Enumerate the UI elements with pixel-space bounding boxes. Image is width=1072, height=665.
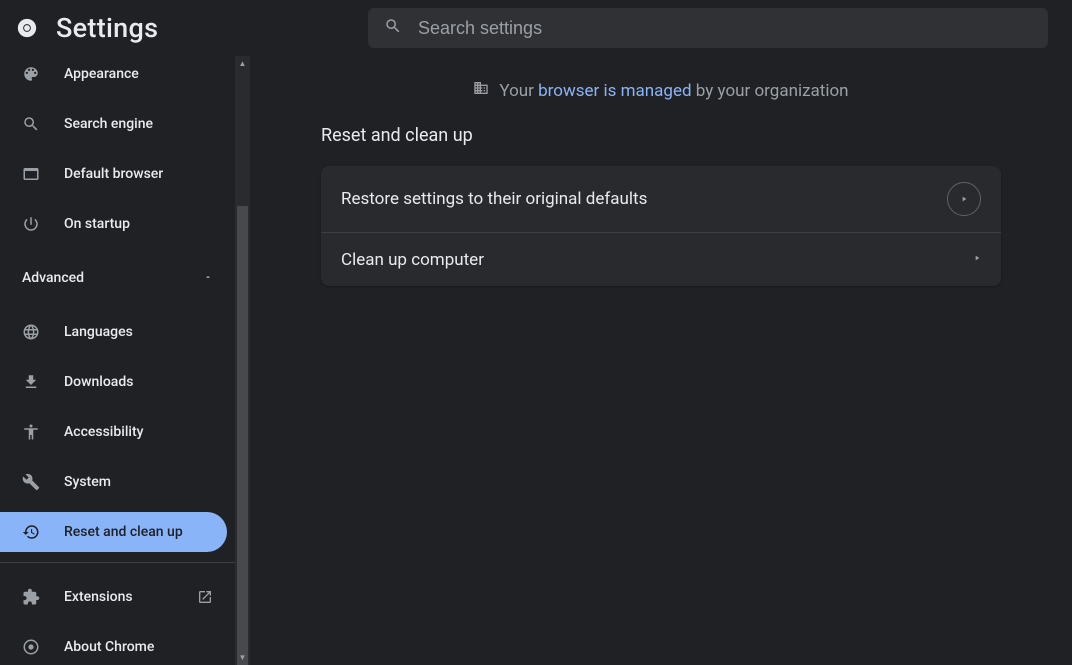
row-label: Restore settings to their original defau… bbox=[341, 189, 647, 209]
sidebar-section-advanced[interactable]: Advanced bbox=[0, 254, 235, 302]
main-content: Your browser is managed by your organiza… bbox=[250, 56, 1072, 665]
search-icon bbox=[22, 115, 40, 133]
sidebar-item-default-browser[interactable]: Default browser bbox=[0, 154, 235, 194]
sidebar-item-label: Extensions bbox=[64, 589, 133, 605]
header: Settings bbox=[0, 0, 1072, 56]
sidebar-item-label: Search engine bbox=[64, 116, 153, 132]
scroll-up-icon[interactable]: ▲ bbox=[235, 56, 250, 71]
building-icon bbox=[473, 80, 489, 101]
sidebar-item-appearance[interactable]: Appearance bbox=[0, 56, 235, 94]
scrollbar[interactable]: ▲ ▼ bbox=[235, 56, 250, 665]
arrow-right-icon bbox=[973, 254, 981, 265]
search-icon bbox=[384, 17, 402, 39]
accessibility-icon bbox=[22, 423, 40, 441]
settings-card: Restore settings to their original defau… bbox=[321, 166, 1001, 286]
sidebar-item-system[interactable]: System bbox=[0, 462, 235, 502]
sidebar-item-label: Languages bbox=[64, 324, 133, 340]
search-box[interactable] bbox=[368, 8, 1048, 48]
wrench-icon bbox=[22, 473, 40, 491]
sidebar-item-reset[interactable]: Reset and clean up bbox=[0, 512, 227, 552]
sidebar-item-label: System bbox=[64, 474, 111, 490]
page-title: Settings bbox=[56, 12, 158, 44]
sidebar-divider bbox=[0, 562, 235, 563]
sidebar-item-extensions[interactable]: Extensions bbox=[0, 577, 235, 617]
managed-link[interactable]: browser is managed bbox=[538, 81, 691, 101]
sidebar-item-label: Downloads bbox=[64, 374, 133, 390]
sidebar-item-search-engine[interactable]: Search engine bbox=[0, 104, 235, 144]
sidebar-item-label: Accessibility bbox=[64, 424, 143, 440]
external-link-icon bbox=[197, 589, 213, 605]
managed-text: Your browser is managed by your organiza… bbox=[499, 81, 848, 101]
row-restore-defaults[interactable]: Restore settings to their original defau… bbox=[321, 166, 1001, 232]
sidebar-item-about[interactable]: About Chrome bbox=[0, 627, 235, 665]
sidebar-item-label: Reset and clean up bbox=[64, 524, 183, 540]
sidebar-item-label: Default browser bbox=[64, 166, 163, 182]
arrow-right-circled-icon[interactable] bbox=[947, 182, 981, 216]
download-icon bbox=[22, 373, 40, 391]
sidebar-item-accessibility[interactable]: Accessibility bbox=[0, 412, 235, 452]
sidebar-item-label: About Chrome bbox=[64, 639, 154, 655]
scrollbar-thumb[interactable] bbox=[237, 206, 248, 665]
sidebar-section-label: Advanced bbox=[22, 270, 84, 286]
chrome-logo-icon bbox=[16, 17, 38, 39]
sidebar-item-on-startup[interactable]: On startup bbox=[0, 204, 235, 244]
chrome-icon bbox=[22, 638, 40, 656]
palette-icon bbox=[22, 65, 40, 83]
sidebar-item-languages[interactable]: Languages bbox=[0, 312, 235, 352]
row-cleanup-computer[interactable]: Clean up computer bbox=[321, 232, 1001, 286]
sidebar: Appearance Search engine Default browser… bbox=[0, 56, 250, 665]
restore-icon bbox=[22, 523, 40, 541]
sidebar-item-downloads[interactable]: Downloads bbox=[0, 362, 235, 402]
sidebar-item-label: On startup bbox=[64, 216, 130, 232]
browser-icon bbox=[22, 165, 40, 183]
globe-icon bbox=[22, 323, 40, 341]
row-label: Clean up computer bbox=[341, 250, 484, 270]
sidebar-item-label: Appearance bbox=[64, 66, 139, 82]
power-icon bbox=[22, 215, 40, 233]
managed-banner: Your browser is managed by your organiza… bbox=[264, 80, 1058, 101]
chevron-up-icon bbox=[203, 270, 213, 286]
header-left: Settings bbox=[16, 12, 368, 44]
search-input[interactable] bbox=[418, 18, 1032, 39]
search-container bbox=[368, 8, 1048, 48]
scroll-down-icon[interactable]: ▼ bbox=[235, 650, 250, 665]
extension-icon bbox=[22, 588, 40, 606]
section-title: Reset and clean up bbox=[321, 125, 1001, 146]
